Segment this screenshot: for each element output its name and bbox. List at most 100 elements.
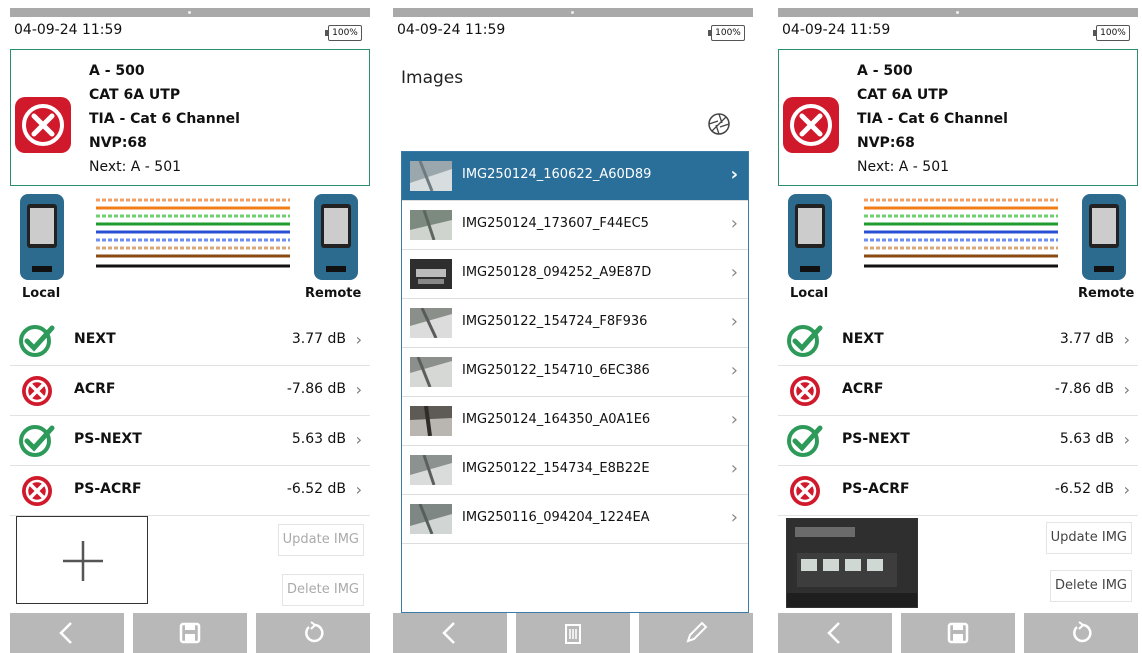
result-row-ps-next[interactable]: PS-NEXT 5.63 dB › bbox=[778, 416, 1138, 466]
chevron-right-icon: › bbox=[355, 380, 362, 399]
file-name: IMG250122_154734_E8B22E bbox=[462, 461, 650, 476]
result-value: 3.77 dB bbox=[1059, 331, 1114, 347]
result-row-next[interactable]: NEXT 3.77 dB › bbox=[10, 316, 370, 366]
attached-image-thumbnail[interactable] bbox=[786, 518, 918, 608]
image-thumbnail bbox=[410, 455, 452, 485]
notification-handle[interactable] bbox=[393, 8, 753, 17]
pass-check-icon bbox=[787, 425, 823, 457]
list-item[interactable]: IMG250122_154724_F8F936 › bbox=[402, 299, 748, 348]
test-standard: TIA - Cat 6 Channel bbox=[857, 111, 1008, 127]
result-row-ps-next[interactable]: PS-NEXT 5.63 dB › bbox=[10, 416, 370, 466]
result-row-ps-acrf[interactable]: PS-ACRF -6.52 dB › bbox=[778, 466, 1138, 516]
image-thumbnail bbox=[410, 406, 452, 436]
results-list: NEXT 3.77 dB › ACRF -7.86 dB › PS-NEXT 5… bbox=[778, 316, 1138, 516]
list-item[interactable]: IMG250122_154734_E8B22E › bbox=[402, 446, 748, 495]
chevron-right-icon: › bbox=[1123, 430, 1130, 449]
datetime: 04-09-24 11:59 bbox=[782, 22, 891, 38]
save-button[interactable] bbox=[901, 613, 1015, 653]
remote-device-icon bbox=[1082, 194, 1126, 280]
datetime: 04-09-24 11:59 bbox=[14, 22, 123, 38]
chevron-right-icon: › bbox=[730, 360, 738, 381]
status-bar: 04-09-24 11:59 100% bbox=[10, 17, 370, 45]
remote-label: Remote bbox=[305, 286, 362, 301]
update-img-button[interactable]: Update IMG bbox=[1045, 522, 1132, 554]
retest-button[interactable] bbox=[1024, 613, 1138, 653]
list-item-selected[interactable]: IMG250124_160622_A60D89 › bbox=[402, 152, 748, 201]
image-thumbnail bbox=[410, 357, 452, 387]
camera-aperture-icon[interactable] bbox=[707, 112, 731, 136]
plus-icon bbox=[63, 541, 103, 581]
pass-check-icon bbox=[787, 325, 823, 357]
delete-img-button[interactable]: Delete IMG bbox=[282, 574, 364, 606]
link-info-panel: A - 500 CAT 6A UTP TIA - Cat 6 Channel N… bbox=[778, 49, 1138, 186]
back-icon bbox=[59, 622, 72, 644]
local-label: Local bbox=[22, 286, 61, 301]
wiremap[interactable]: Local Remote bbox=[778, 188, 1138, 310]
fail-x-icon bbox=[22, 376, 52, 406]
delete-button[interactable] bbox=[516, 613, 630, 653]
bottom-toolbar bbox=[778, 613, 1138, 653]
local-label: Local bbox=[790, 286, 829, 301]
back-button[interactable] bbox=[10, 613, 124, 653]
nvp-value: NVP:68 bbox=[857, 135, 915, 151]
file-name: IMG250124_173607_F44EC5 bbox=[462, 216, 649, 231]
result-row-acrf[interactable]: ACRF -7.86 dB › bbox=[778, 366, 1138, 416]
remote-label: Remote bbox=[1078, 286, 1135, 301]
list-item[interactable]: IMG250128_094252_A9E87D › bbox=[402, 250, 748, 299]
cable-type: CAT 6A UTP bbox=[857, 87, 949, 103]
test-standard: TIA - Cat 6 Channel bbox=[89, 111, 240, 127]
back-button[interactable] bbox=[393, 613, 507, 653]
file-name: IMG250122_154724_F8F936 bbox=[462, 314, 648, 329]
fail-x-icon bbox=[783, 97, 839, 153]
result-row-ps-acrf[interactable]: PS-ACRF -6.52 dB › bbox=[10, 466, 370, 516]
retest-icon bbox=[1073, 621, 1092, 643]
chevron-right-icon: › bbox=[730, 311, 738, 332]
update-img-button[interactable]: Update IMG bbox=[277, 524, 364, 556]
chevron-right-icon: › bbox=[1123, 380, 1130, 399]
pass-check-icon bbox=[19, 425, 55, 457]
result-value: -7.86 dB bbox=[286, 381, 346, 397]
wiremap[interactable]: Local Remote bbox=[10, 188, 370, 310]
image-file-list[interactable]: IMG250124_160622_A60D89 › IMG250124_1736… bbox=[401, 151, 749, 613]
chevron-right-icon: › bbox=[355, 330, 362, 349]
chevron-right-icon: › bbox=[1123, 480, 1130, 499]
chevron-right-icon: › bbox=[730, 409, 738, 430]
retest-button[interactable] bbox=[256, 613, 370, 653]
list-item[interactable]: IMG250124_164350_A0A1E6 › bbox=[402, 397, 748, 446]
list-item[interactable]: IMG250122_154710_6EC386 › bbox=[402, 348, 748, 397]
bottom-toolbar bbox=[393, 613, 753, 653]
back-button[interactable] bbox=[778, 613, 892, 653]
result-row-acrf[interactable]: ACRF -7.86 dB › bbox=[10, 366, 370, 416]
image-thumbnail bbox=[410, 308, 452, 338]
image-attachment-area: Update IMG Delete IMG bbox=[10, 512, 370, 612]
cable-type: CAT 6A UTP bbox=[89, 87, 181, 103]
save-icon bbox=[947, 622, 969, 644]
edit-button[interactable] bbox=[639, 613, 753, 653]
device-screen-image-browser: 04-09-24 11:59 100% Images IMG250124_160… bbox=[393, 8, 753, 653]
battery-icon: 100% bbox=[1093, 25, 1130, 41]
result-row-next[interactable]: NEXT 3.77 dB › bbox=[778, 316, 1138, 366]
delete-img-button[interactable]: Delete IMG bbox=[1050, 570, 1132, 602]
wire-pairs bbox=[864, 198, 1058, 268]
nvp-value: NVP:68 bbox=[89, 135, 147, 151]
list-item[interactable]: IMG250124_173607_F44EC5 › bbox=[402, 201, 748, 250]
result-name: ACRF bbox=[74, 381, 116, 397]
file-name: IMG250122_154710_6EC386 bbox=[462, 363, 650, 378]
notification-handle[interactable] bbox=[10, 8, 370, 17]
list-item[interactable]: IMG250116_094204_1224EA › bbox=[402, 495, 748, 544]
remote-device-icon bbox=[314, 194, 358, 280]
result-name: NEXT bbox=[74, 331, 116, 347]
add-image-button[interactable] bbox=[16, 516, 148, 604]
chevron-right-icon: › bbox=[730, 507, 738, 528]
file-name: IMG250124_160622_A60D89 bbox=[462, 167, 652, 182]
result-value: -6.52 dB bbox=[286, 481, 346, 497]
result-name: PS-ACRF bbox=[842, 481, 910, 497]
result-name: PS-NEXT bbox=[842, 431, 910, 447]
image-thumbnail bbox=[410, 161, 452, 191]
pencil-icon bbox=[686, 621, 708, 643]
save-icon bbox=[179, 622, 201, 644]
save-button[interactable] bbox=[133, 613, 247, 653]
notification-handle[interactable] bbox=[778, 8, 1138, 17]
result-value: 3.77 dB bbox=[291, 331, 346, 347]
page-title: Images bbox=[401, 68, 464, 88]
